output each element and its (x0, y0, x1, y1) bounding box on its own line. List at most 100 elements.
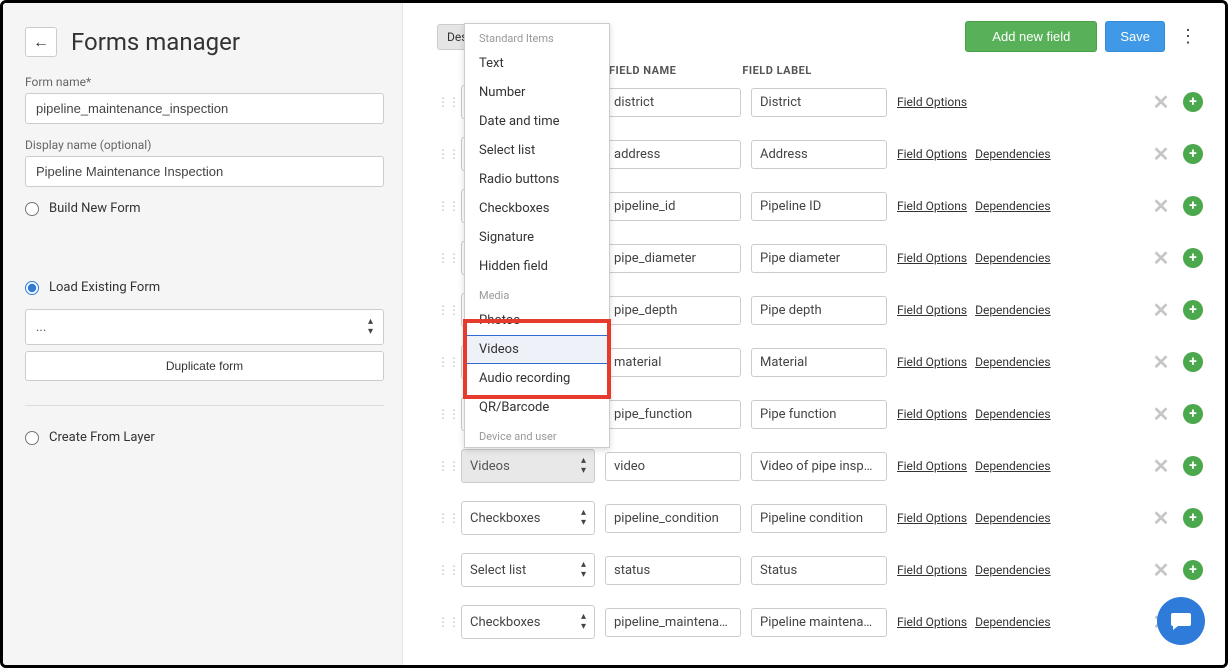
field-name-input[interactable]: material (605, 348, 741, 377)
dd-item-audio-recording[interactable]: Audio recording (465, 364, 609, 393)
field-type-select[interactable]: Videos▴▾ (461, 449, 595, 483)
field-label-input[interactable]: Pipeline condition (751, 504, 887, 533)
chat-widget-button[interactable] (1157, 597, 1205, 645)
radio-create-from-layer[interactable]: Create From Layer (25, 430, 384, 445)
field-options-link[interactable]: Field Options (897, 407, 967, 421)
drag-handle-icon[interactable]: ⋮⋮ (437, 95, 451, 109)
add-field-icon[interactable]: + (1183, 456, 1203, 476)
add-field-icon[interactable]: + (1183, 404, 1203, 424)
back-button[interactable]: ← (25, 27, 57, 57)
drag-handle-icon[interactable]: ⋮⋮ (437, 147, 451, 161)
field-label-input[interactable]: Address (751, 140, 887, 169)
dd-item-number[interactable]: Number (465, 78, 609, 107)
dd-item-videos[interactable]: Videos (465, 335, 609, 364)
field-type-select[interactable]: Checkboxes▴▾ (461, 605, 595, 639)
field-name-input[interactable]: status (605, 556, 741, 585)
dd-item-checkboxes[interactable]: Checkboxes (465, 194, 609, 223)
field-label-input[interactable]: District (751, 88, 887, 117)
dd-item-select-list[interactable]: Select list (465, 136, 609, 165)
dependencies-link[interactable]: Dependencies (975, 251, 1050, 265)
add-new-field-button[interactable]: Add new field (965, 21, 1097, 52)
add-field-icon[interactable]: + (1183, 560, 1203, 580)
field-label-input[interactable]: Pipeline ID (751, 192, 887, 221)
form-name-input[interactable] (25, 93, 384, 124)
field-type-dropdown[interactable]: Standard Items TextNumberDate and timeSe… (464, 23, 610, 448)
field-name-input[interactable]: pipeline_condition (605, 504, 741, 533)
field-name-input[interactable]: pipeline_maintenance_a (605, 608, 741, 637)
field-label-input[interactable]: Pipe function (751, 400, 887, 429)
field-name-input[interactable]: pipeline_id (605, 192, 741, 221)
field-label-input[interactable]: Pipe depth (751, 296, 887, 325)
field-options-link[interactable]: Field Options (897, 251, 967, 265)
field-options-link[interactable]: Field Options (897, 459, 967, 473)
dependencies-link[interactable]: Dependencies (975, 615, 1050, 629)
remove-field-icon[interactable]: ✕ (1149, 506, 1173, 530)
field-options-link[interactable]: Field Options (897, 511, 967, 525)
field-options-link[interactable]: Field Options (897, 199, 967, 213)
drag-handle-icon[interactable]: ⋮⋮ (437, 199, 451, 213)
dependencies-link[interactable]: Dependencies (975, 199, 1050, 213)
radio-load-existing[interactable]: Load Existing Form (25, 280, 384, 295)
dependencies-link[interactable]: Dependencies (975, 147, 1050, 161)
dependencies-link[interactable]: Dependencies (975, 355, 1050, 369)
display-name-input[interactable] (25, 156, 384, 187)
load-existing-select[interactable]: ... ▴▾ (25, 309, 384, 345)
field-label-input[interactable]: Pipeline maintenance a (751, 608, 887, 637)
remove-field-icon[interactable]: ✕ (1149, 558, 1173, 582)
duplicate-form-button[interactable]: Duplicate form (25, 351, 384, 381)
field-label-input[interactable]: Pipe diameter (751, 244, 887, 273)
field-options-link[interactable]: Field Options (897, 147, 967, 161)
remove-field-icon[interactable]: ✕ (1149, 298, 1173, 322)
remove-field-icon[interactable]: ✕ (1149, 194, 1173, 218)
drag-handle-icon[interactable]: ⋮⋮ (437, 407, 451, 421)
save-button[interactable]: Save (1105, 21, 1165, 52)
remove-field-icon[interactable]: ✕ (1149, 402, 1173, 426)
drag-handle-icon[interactable]: ⋮⋮ (437, 303, 451, 317)
field-name-input[interactable]: pipe_diameter (605, 244, 741, 273)
add-field-icon[interactable]: + (1183, 92, 1203, 112)
field-name-input[interactable]: address (605, 140, 741, 169)
remove-field-icon[interactable]: ✕ (1149, 246, 1173, 270)
drag-handle-icon[interactable]: ⋮⋮ (437, 459, 451, 473)
field-options-link[interactable]: Field Options (897, 563, 967, 577)
drag-handle-icon[interactable]: ⋮⋮ (437, 615, 451, 629)
dependencies-link[interactable]: Dependencies (975, 563, 1050, 577)
field-type-select[interactable]: Select list▴▾ (461, 553, 595, 587)
add-field-icon[interactable]: + (1183, 196, 1203, 216)
add-field-icon[interactable]: + (1183, 144, 1203, 164)
field-label-input[interactable]: Status (751, 556, 887, 585)
field-name-input[interactable]: pipe_depth (605, 296, 741, 325)
kebab-menu-icon[interactable]: ⋮ (1173, 26, 1203, 47)
field-options-link[interactable]: Field Options (897, 303, 967, 317)
dependencies-link[interactable]: Dependencies (975, 459, 1050, 473)
dd-item-hidden-field[interactable]: Hidden field (465, 252, 609, 281)
field-options-link[interactable]: Field Options (897, 355, 967, 369)
field-options-link[interactable]: Field Options (897, 615, 967, 629)
field-label-input[interactable]: Video of pipe inspection (751, 452, 887, 481)
field-name-input[interactable]: pipe_function (605, 400, 741, 429)
dependencies-link[interactable]: Dependencies (975, 407, 1050, 421)
dd-item-date-and-time[interactable]: Date and time (465, 107, 609, 136)
remove-field-icon[interactable]: ✕ (1149, 454, 1173, 478)
drag-handle-icon[interactable]: ⋮⋮ (437, 511, 451, 525)
dd-item-signature[interactable]: Signature (465, 223, 609, 252)
radio-create-from-layer-input[interactable] (25, 431, 39, 445)
field-label-input[interactable]: Material (751, 348, 887, 377)
drag-handle-icon[interactable]: ⋮⋮ (437, 563, 451, 577)
radio-load-existing-input[interactable] (25, 281, 39, 295)
remove-field-icon[interactable]: ✕ (1149, 142, 1173, 166)
remove-field-icon[interactable]: ✕ (1149, 90, 1173, 114)
drag-handle-icon[interactable]: ⋮⋮ (437, 355, 451, 369)
field-name-input[interactable]: video (605, 452, 741, 481)
add-field-icon[interactable]: + (1183, 508, 1203, 528)
add-field-icon[interactable]: + (1183, 248, 1203, 268)
field-name-input[interactable]: district (605, 88, 741, 117)
dependencies-link[interactable]: Dependencies (975, 511, 1050, 525)
remove-field-icon[interactable]: ✕ (1149, 350, 1173, 374)
dd-item-photos[interactable]: Photos (465, 306, 609, 335)
radio-build-new-input[interactable] (25, 202, 39, 216)
add-field-icon[interactable]: + (1183, 352, 1203, 372)
radio-build-new[interactable]: Build New Form (25, 201, 384, 216)
field-options-link[interactable]: Field Options (897, 95, 967, 109)
drag-handle-icon[interactable]: ⋮⋮ (437, 251, 451, 265)
